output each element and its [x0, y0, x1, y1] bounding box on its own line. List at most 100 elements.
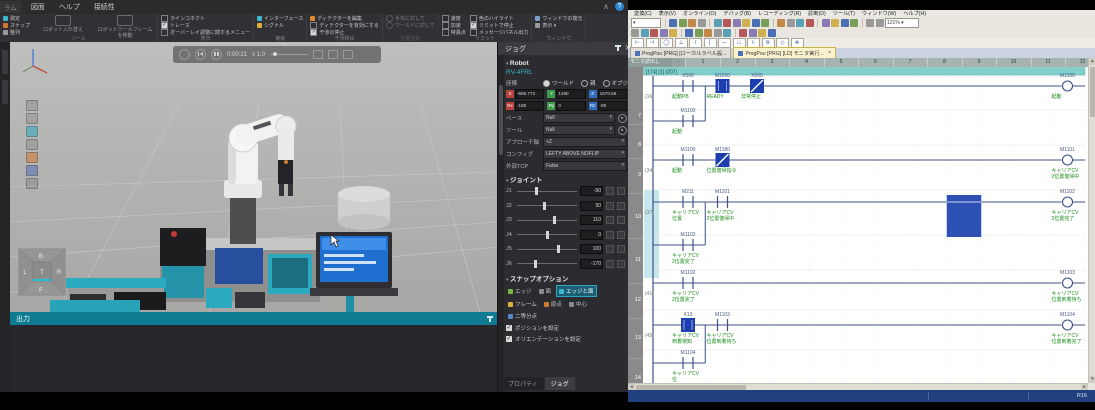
menu-item[interactable]: 図面 [31, 2, 45, 12]
joint-slider[interactable] [517, 191, 577, 192]
device-list-icon[interactable] [669, 29, 677, 37]
zoom-level-combo[interactable]: 121% ▾ [885, 18, 919, 28]
joint-slider[interactable] [517, 205, 577, 206]
element-select-icon[interactable] [641, 29, 649, 37]
pose-field[interactable]: Ry0 [547, 101, 585, 111]
program-check-icon[interactable] [704, 29, 712, 37]
ladder-row-gutter[interactable]: 789101112131415 [628, 67, 643, 383]
jog-select[interactable]: +Z [543, 137, 627, 147]
jog-select[interactable]: Null [543, 113, 615, 123]
grid-toggle-icon[interactable] [26, 165, 38, 176]
jog-select[interactable]: Null [543, 125, 615, 135]
pin-icon[interactable] [489, 316, 491, 322]
toolbar-combo[interactable]: ▾ [631, 18, 661, 28]
globe-icon[interactable] [26, 178, 38, 189]
joint-step-button[interactable] [606, 187, 614, 195]
ribbon-check[interactable]: ✓トレース [161, 22, 250, 28]
find-icon[interactable] [761, 19, 769, 27]
ribbon-radio[interactable]: ワールドに対して [386, 22, 435, 28]
pin-icon[interactable] [617, 45, 619, 51]
plc-menu-item[interactable]: 診断(D) [808, 10, 826, 17]
open-icon[interactable] [679, 19, 687, 27]
snap-option[interactable]: 原点 [542, 299, 564, 309]
undo-icon[interactable] [742, 19, 750, 27]
note-display-icon[interactable] [768, 29, 776, 37]
comment-display-icon[interactable] [749, 29, 757, 37]
signal-icon[interactable] [343, 50, 353, 59]
nav-cube[interactable]: B L T R F [18, 248, 66, 296]
zoom-out-icon[interactable] [866, 19, 874, 27]
row-number[interactable]: 13 [635, 335, 641, 341]
help-icon[interactable]: ? [615, 2, 624, 11]
menu-item[interactable]: 接続性 [94, 2, 115, 12]
ribbon-check[interactable]: 加速 [442, 22, 466, 28]
pose-field[interactable]: Rz-90 [589, 101, 627, 111]
measure-tool-icon[interactable] [26, 152, 38, 163]
monitor-stop-icon[interactable] [796, 19, 804, 27]
joint-step-button[interactable] [606, 216, 614, 224]
snap-option[interactable]: フレーム [506, 299, 539, 309]
plc-menu-item[interactable]: ツール(T) [833, 10, 855, 17]
joint-step-button[interactable] [617, 187, 625, 195]
watch-window-icon[interactable] [685, 29, 693, 37]
plc-menu-item[interactable]: 変換(C) [634, 10, 652, 17]
label-editor-icon[interactable] [660, 29, 668, 37]
row-number[interactable]: 14 [635, 375, 641, 381]
joint-step-button[interactable] [617, 202, 625, 210]
online-change-icon[interactable] [739, 29, 747, 37]
ribbon-button[interactable]: スナップ [3, 22, 30, 28]
ribbon-button[interactable]: インターフェース [257, 15, 303, 21]
ribbon-check[interactable]: ✓リミットで停止 [470, 22, 529, 28]
statement-display-icon[interactable] [758, 29, 766, 37]
ribbon-button[interactable]: シグナル [257, 22, 303, 28]
joint-step-button[interactable] [617, 231, 625, 239]
jog-select[interactable]: False [543, 161, 627, 171]
jog-checkbox[interactable]: ✓ポジションを設定 [506, 324, 627, 332]
build-icon[interactable] [714, 29, 722, 37]
cube-view-icon[interactable] [26, 139, 38, 150]
pose-field[interactable]: Y1490 [547, 89, 585, 99]
pose-field[interactable]: Rx-180 [506, 101, 544, 111]
document-tab[interactable]: ProgPou [PRG] [ローカルラベル設... [630, 47, 731, 58]
ribbon-check[interactable]: 速度 [442, 15, 466, 21]
row-number[interactable]: 7 [638, 113, 641, 119]
joint-slider[interactable] [517, 220, 577, 221]
dock-tab-1[interactable] [2, 50, 8, 74]
ribbon-button[interactable]: ロボット入れ替え [34, 15, 92, 33]
read-from-plc-icon[interactable] [831, 19, 839, 27]
ribbon-check[interactable]: ディテクターを有効にする [310, 22, 379, 28]
document-tab[interactable]: ProgPou [PRG] [LD] モニタ実行...× [733, 47, 836, 58]
plc-menu-item[interactable]: デバッグ(B) [723, 10, 751, 17]
scale-cell[interactable]: - [672, 58, 686, 67]
pose-field[interactable]: X-685.772 [506, 89, 544, 99]
joint-slider[interactable] [517, 234, 577, 235]
ribbon-button[interactable]: ディテクターを編集 [310, 15, 379, 21]
write-to-plc-icon[interactable] [822, 19, 830, 27]
joint-step-button[interactable] [606, 202, 614, 210]
menu-item[interactable]: ヘルプ [59, 2, 80, 12]
plc-menu-item[interactable]: ウィンドウ(W) [862, 10, 896, 17]
monitor-start-icon[interactable] [787, 19, 795, 27]
gear-icon[interactable] [618, 126, 627, 135]
convert-icon[interactable] [777, 19, 785, 27]
row-number[interactable]: 8 [638, 142, 641, 148]
paste-icon[interactable] [733, 19, 741, 27]
gear-icon[interactable] [618, 114, 627, 123]
cross-reference-icon[interactable] [850, 19, 858, 27]
render-mode-icon[interactable] [26, 126, 38, 137]
joint-slider[interactable] [517, 263, 577, 264]
row-number[interactable]: 11 [635, 257, 641, 263]
ribbon-collapse-icon[interactable]: ∧ [603, 2, 609, 11]
snap-option[interactable]: 二等分点 [506, 311, 539, 321]
cut-icon[interactable] [714, 19, 722, 27]
pause-icon[interactable] [211, 49, 222, 60]
panel-tab[interactable]: ジョグ [545, 377, 575, 390]
print-icon[interactable] [698, 19, 706, 27]
snap-option[interactable]: 面 [537, 285, 554, 297]
joint-step-button[interactable] [617, 260, 625, 268]
panel-tab[interactable]: プロパティ [502, 377, 544, 390]
joint-step-button[interactable] [617, 245, 625, 253]
coord-radio[interactable]: 親 [581, 79, 596, 87]
ladder-editor[interactable]: モニタ読出し-123456789101112 789101112131415 [… [628, 58, 1088, 383]
snap-option[interactable]: 中心 [567, 299, 589, 309]
